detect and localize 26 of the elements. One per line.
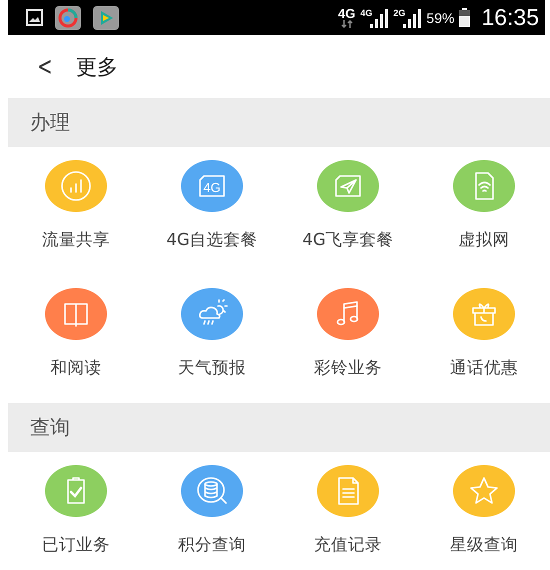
signal-indicator: 2G bbox=[393, 8, 422, 28]
video-app-icon[interactable] bbox=[93, 6, 119, 30]
service-label[interactable]: 彩铃业务 bbox=[314, 357, 382, 379]
sim-card-icon: 4G bbox=[181, 160, 243, 212]
service-label[interactable]: 已订业务 bbox=[42, 534, 110, 556]
signal-indicator: 4G bbox=[360, 8, 388, 28]
app-icon[interactable] bbox=[55, 6, 81, 30]
service-label[interactable]: 星级查询 bbox=[450, 534, 518, 556]
battery-percentage: 59% bbox=[426, 10, 454, 26]
network-indicator: 4G bbox=[338, 8, 356, 28]
service-label[interactable]: 4G自选套餐 bbox=[166, 229, 258, 251]
gallery-icon[interactable] bbox=[26, 9, 43, 26]
service-label[interactable]: 天气预报 bbox=[178, 357, 246, 379]
service-label[interactable]: 充值记录 bbox=[314, 534, 382, 556]
service-label[interactable]: 虚拟网 bbox=[458, 229, 510, 251]
clock-time: 16:35 bbox=[481, 4, 539, 31]
section-header: 办理 bbox=[8, 98, 550, 147]
service-label[interactable]: 4G飞享套餐 bbox=[302, 229, 394, 251]
battery-icon bbox=[459, 8, 470, 27]
service-label[interactable]: 和阅读 bbox=[50, 357, 102, 379]
service-label[interactable]: 流量共享 bbox=[42, 229, 110, 251]
service-label[interactable]: 通话优惠 bbox=[450, 357, 518, 379]
service-label[interactable]: 积分查询 bbox=[178, 534, 246, 556]
back-button[interactable]: < bbox=[37, 52, 53, 82]
page-title: 更多 bbox=[76, 54, 118, 80]
section-header: 查询 bbox=[8, 403, 550, 452]
